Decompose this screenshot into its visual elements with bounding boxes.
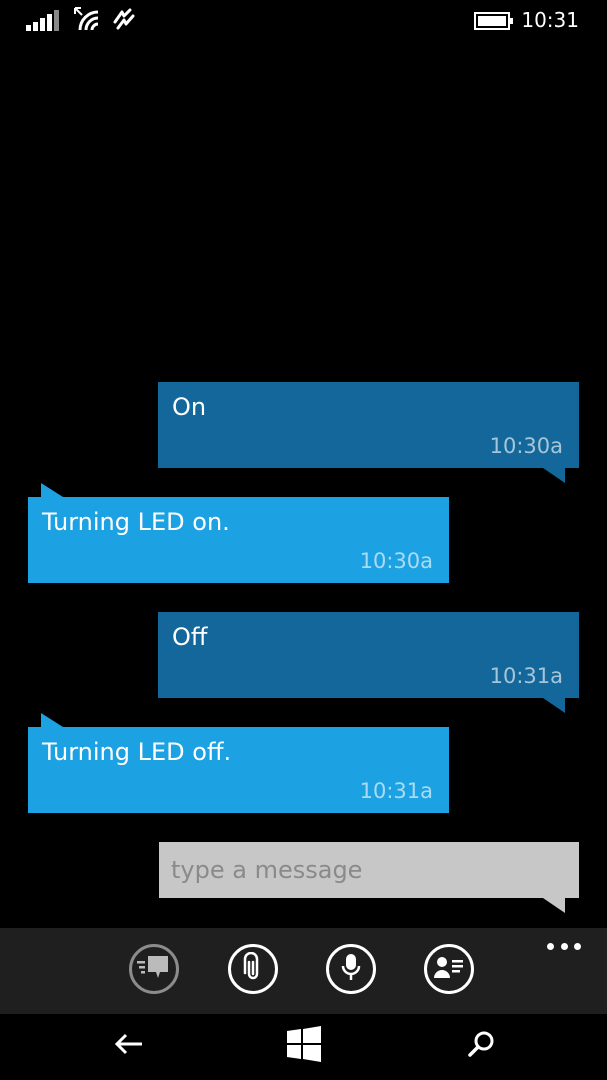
windows-start-icon: [285, 1026, 323, 1066]
message-timestamp: 10:30a: [489, 434, 563, 458]
message-timestamp: 10:31a: [489, 664, 563, 688]
message-bubble-sent[interactable]: Off 10:31a: [158, 612, 579, 713]
message-timestamp: 10:30a: [359, 549, 433, 573]
search-icon: [466, 1029, 496, 1063]
compose-box: [159, 842, 579, 913]
message-bubble-received[interactable]: Turning LED off. 10:31a: [28, 713, 449, 813]
message-text: Turning LED on.: [42, 508, 230, 536]
message-input[interactable]: [159, 842, 579, 898]
message-text: On: [172, 393, 207, 421]
message-timestamp: 10:31a: [359, 779, 433, 803]
data-sense-icon: [112, 8, 136, 36]
bubble-tail: [543, 898, 565, 913]
more-options-icon: [560, 942, 568, 950]
status-clock: 10:31: [521, 8, 579, 32]
bubble-tail: [543, 468, 565, 483]
bubble-tail: [41, 713, 63, 727]
start-button[interactable]: [282, 1026, 326, 1066]
search-button[interactable]: [459, 1026, 503, 1066]
attach-button[interactable]: [228, 944, 278, 994]
signal-strength-icon: [26, 9, 62, 35]
voice-input-button[interactable]: [326, 944, 376, 994]
back-button[interactable]: [107, 1026, 151, 1066]
message-text: Off: [172, 623, 208, 651]
more-options-icon: [574, 942, 581, 950]
battery-icon: [474, 12, 514, 34]
attach-icon: [241, 951, 265, 986]
status-bar: 10:31: [0, 0, 607, 42]
wifi-icon: [72, 6, 102, 36]
switch-conversation-icon: [136, 954, 172, 984]
microphone-icon: [339, 952, 363, 986]
message-text: Turning LED off.: [42, 738, 232, 766]
navigation-bar: [0, 1014, 607, 1080]
message-bubble-sent[interactable]: On 10:30a: [158, 382, 579, 483]
bubble-tail: [41, 483, 63, 497]
bubble-tail: [543, 698, 565, 713]
back-icon: [114, 1032, 144, 1060]
more-options-button[interactable]: [547, 936, 581, 956]
contact-card-icon: [433, 954, 465, 984]
switch-conversation-button[interactable]: [129, 944, 179, 994]
send-contact-button[interactable]: [424, 944, 474, 994]
app-bar: [0, 928, 607, 1014]
message-bubble-received[interactable]: Turning LED on. 10:30a: [28, 483, 449, 583]
more-options-icon: [547, 942, 554, 950]
